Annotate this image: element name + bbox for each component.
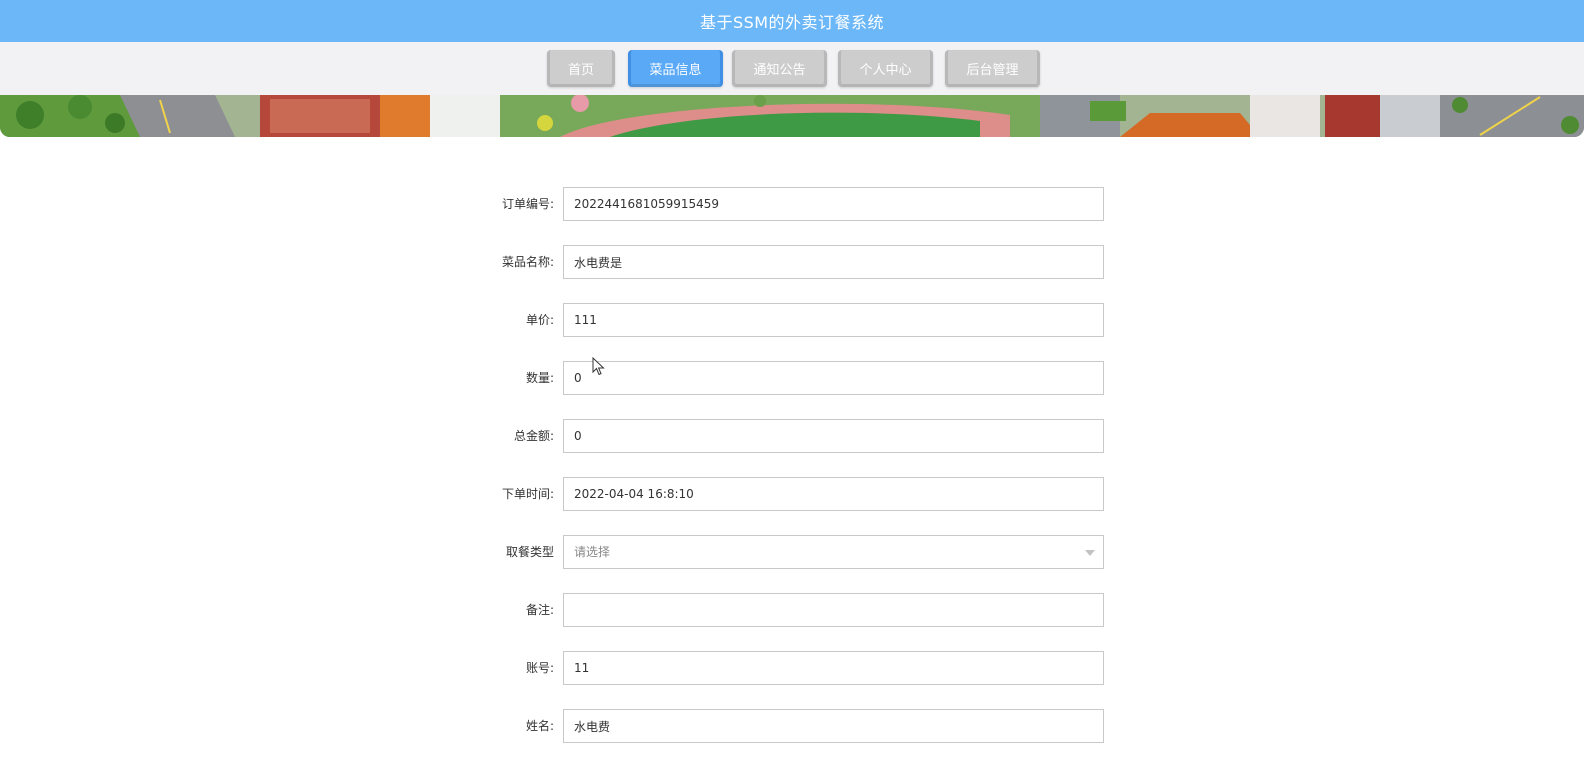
name-label: 姓名: [525, 719, 554, 733]
pickup-type-placeholder: 请选择 [574, 545, 611, 559]
nav-home-button[interactable]: 首页 [547, 50, 615, 87]
quantity-label: 数量: [525, 371, 554, 385]
unit-price-label: 单价: [525, 313, 554, 327]
main-nav: 首页 菜品信息 通知公告 个人中心 后台管理 [0, 42, 1584, 95]
nav-home-label: 首页 [567, 63, 594, 78]
unit-price-input[interactable] [563, 303, 1104, 337]
site-title: 基于SSM的外卖订餐系统 [699, 13, 885, 32]
remark-label: 备注: [525, 603, 554, 617]
form-row-order-time: 下单时间: [0, 477, 1584, 511]
form-row-total-amount: 总金额: [0, 419, 1584, 453]
pickup-type-label: 取餐类型 [505, 545, 554, 559]
nav-profile-label: 个人中心 [859, 63, 912, 78]
nav-dishes-label: 菜品信息 [649, 63, 702, 78]
nav-admin-label: 后台管理 [966, 63, 1019, 78]
order-no-label: 订单编号: [501, 197, 554, 211]
dish-name-input[interactable] [563, 245, 1104, 279]
account-label: 账号: [525, 661, 554, 675]
total-amount-input[interactable] [563, 419, 1104, 453]
form-row-account: 账号: [0, 651, 1584, 685]
total-amount-label: 总金额: [513, 429, 554, 443]
banner-image [0, 95, 1584, 137]
nav-dishes-button[interactable]: 菜品信息 [628, 50, 723, 87]
order-no-input[interactable] [563, 187, 1104, 221]
page: 基于SSM的外卖订餐系统 首页 菜品信息 通知公告 个人中心 后台管理 订单编号… [0, 0, 1584, 770]
form-row-dish-name: 菜品名称: [0, 245, 1584, 279]
nav-admin-button[interactable]: 后台管理 [945, 50, 1040, 87]
mouse-cursor-icon [592, 357, 605, 376]
order-time-label: 下单时间: [501, 487, 554, 501]
title-bar: 基于SSM的外卖订餐系统 [0, 0, 1584, 42]
dish-name-label: 菜品名称: [501, 255, 554, 269]
banner-illustration [0, 95, 1584, 137]
form-row-remark: 备注: [0, 593, 1584, 627]
chevron-down-icon [1085, 550, 1095, 556]
nav-notices-label: 通知公告 [753, 63, 806, 78]
remark-input[interactable] [563, 593, 1104, 627]
form-row-order-no: 订单编号: [0, 187, 1584, 221]
nav-notices-button[interactable]: 通知公告 [732, 50, 827, 87]
form-row-unit-price: 单价: [0, 303, 1584, 337]
quantity-input[interactable] [563, 361, 1104, 395]
order-time-input[interactable] [563, 477, 1104, 511]
form-row-quantity: 数量: [0, 361, 1584, 395]
name-input[interactable] [563, 709, 1104, 743]
nav-profile-button[interactable]: 个人中心 [838, 50, 933, 87]
form-row-pickup-type: 取餐类型 请选择 [0, 535, 1584, 569]
form-row-name: 姓名: [0, 709, 1584, 743]
account-input[interactable] [563, 651, 1104, 685]
pickup-type-select[interactable]: 请选择 [563, 535, 1104, 569]
